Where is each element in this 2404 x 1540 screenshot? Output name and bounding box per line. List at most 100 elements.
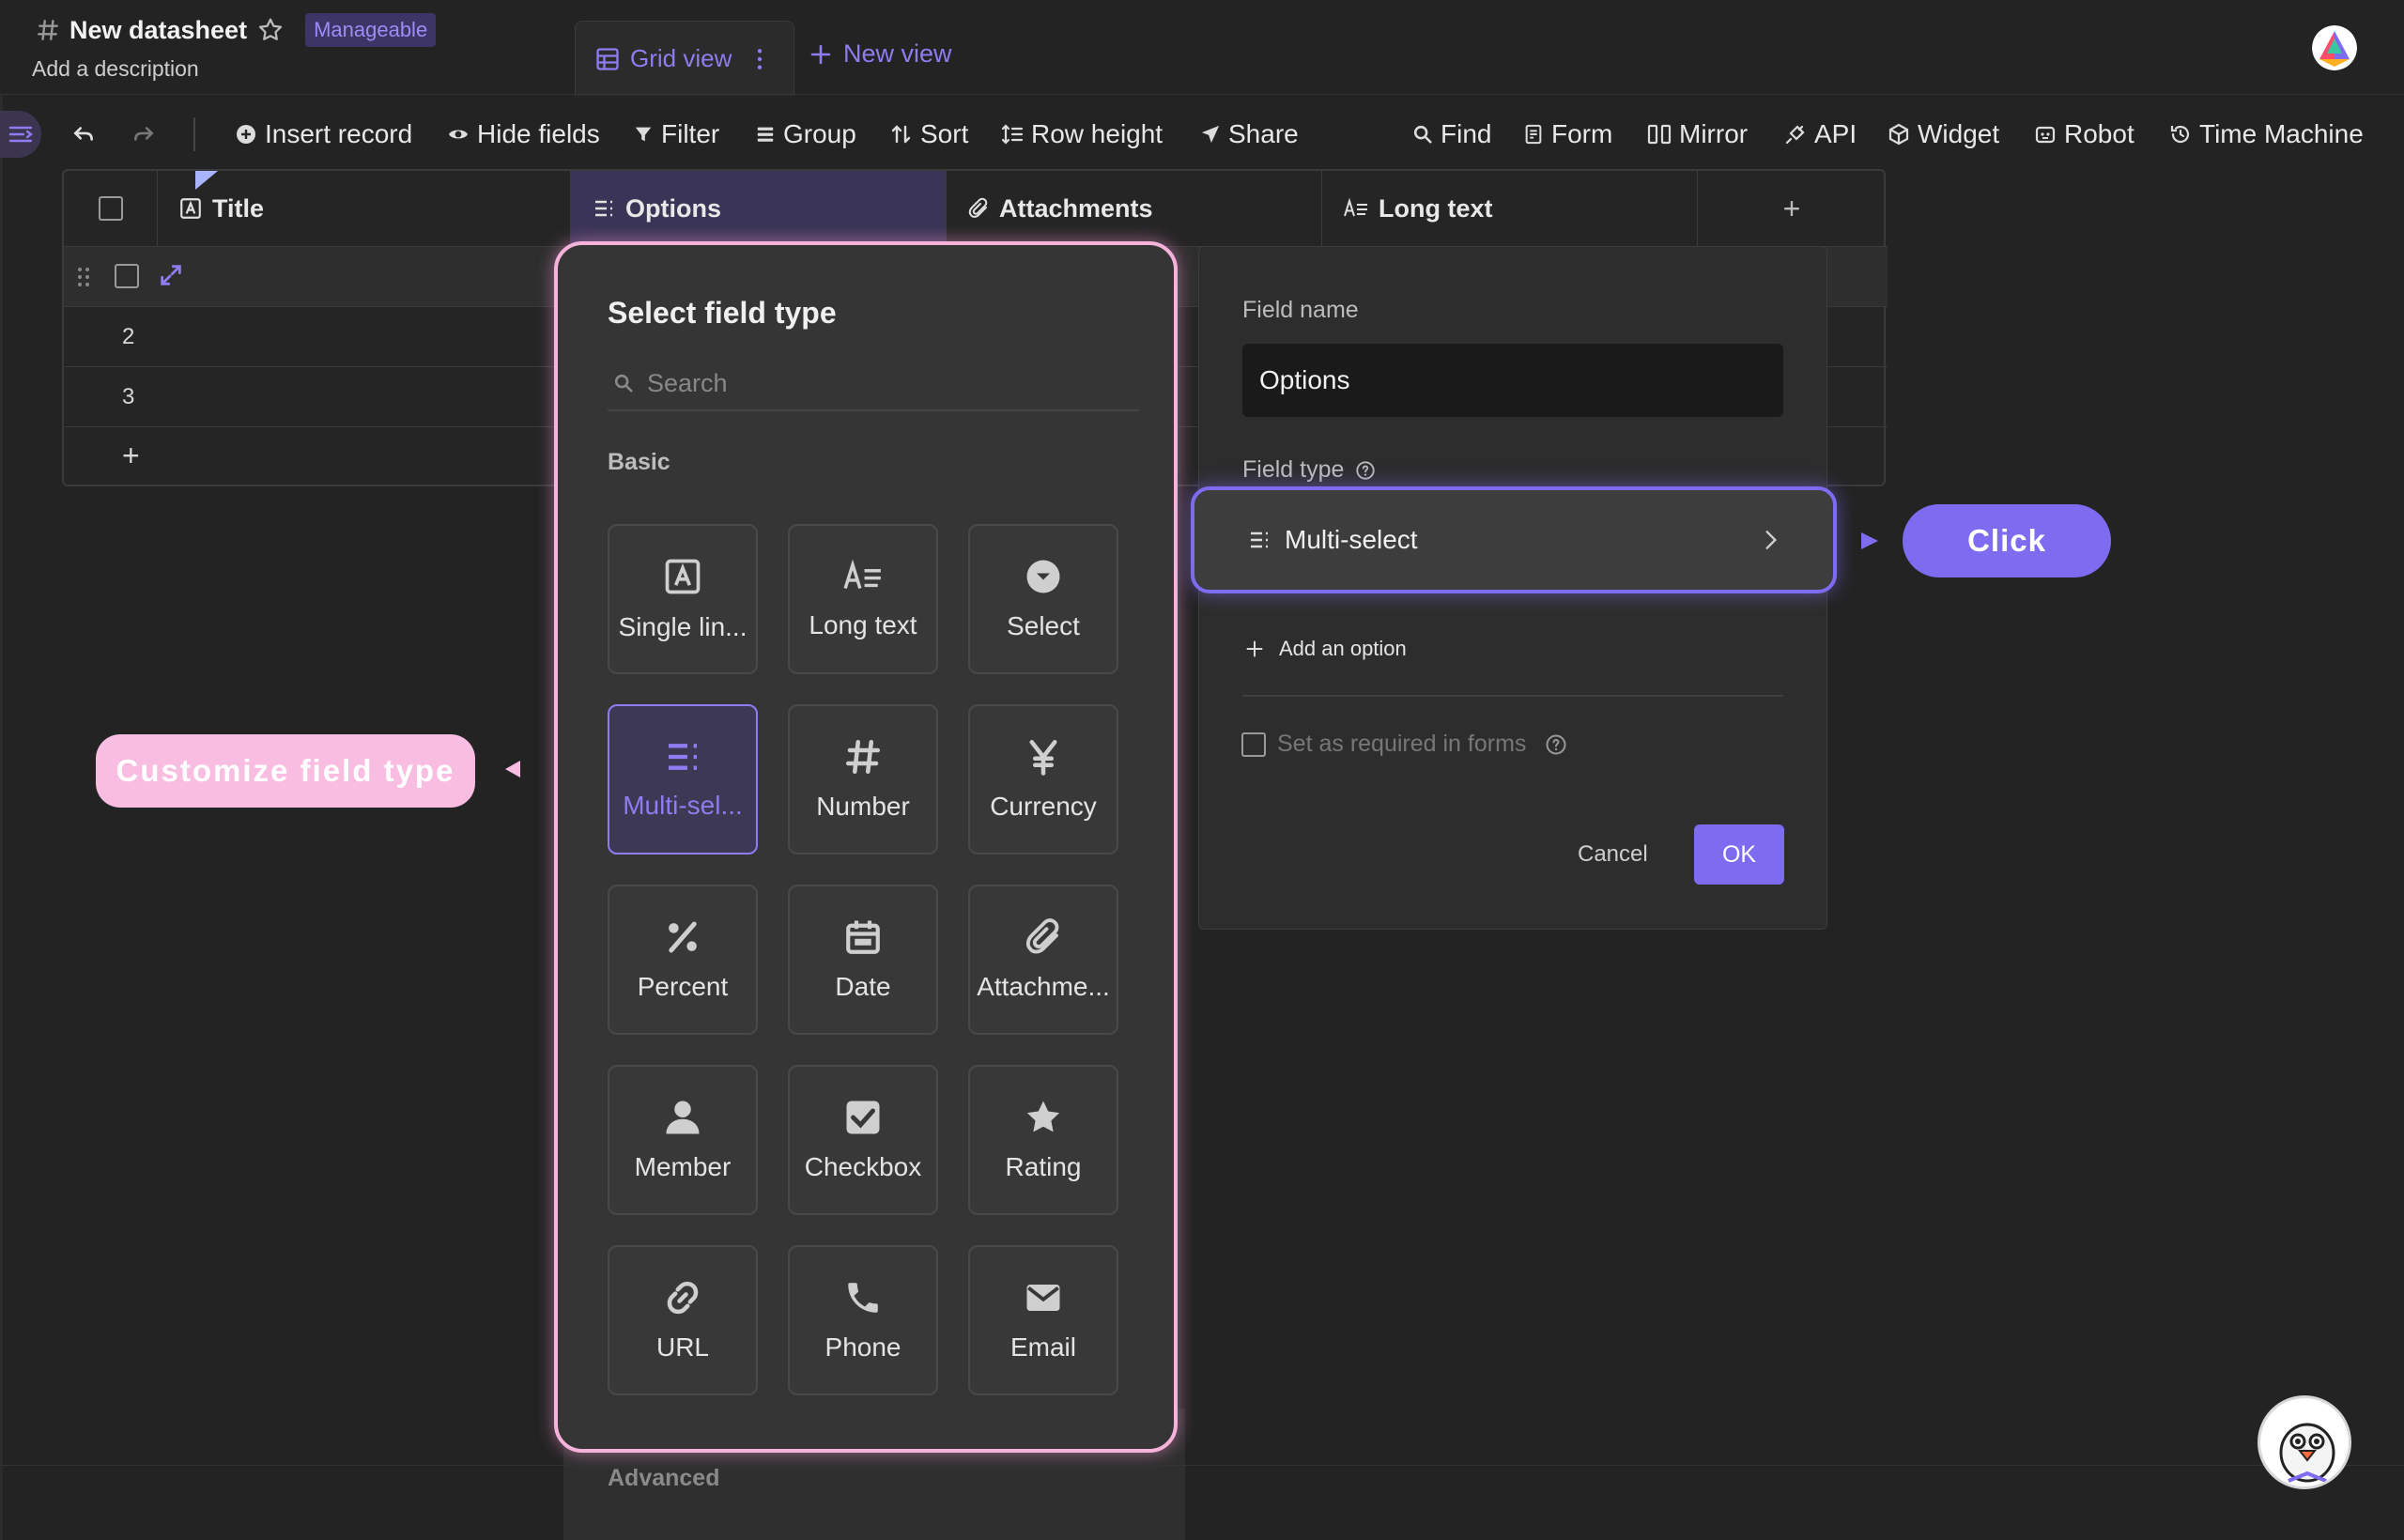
redo-button[interactable]	[130, 111, 158, 158]
multi-select-icon	[592, 197, 616, 220]
row-checkbox[interactable]	[115, 264, 139, 288]
select-all-cell[interactable]	[64, 171, 158, 246]
add-description[interactable]: Add a description	[32, 56, 199, 82]
help-icon[interactable]	[1355, 460, 1376, 481]
required-label: Set as required in forms	[1277, 731, 1527, 757]
single-line-text-icon	[662, 556, 703, 597]
customize-annotation: Customize field type	[96, 734, 475, 808]
field-type-label: Select	[1007, 611, 1080, 640]
field-type-selector[interactable]: Multi-select	[1191, 486, 1837, 593]
field-type-multi-select[interactable]: Multi-sel...	[608, 704, 758, 855]
star-icon[interactable]	[256, 16, 285, 44]
more-vertical-icon[interactable]	[756, 47, 763, 71]
expand-record-icon[interactable]	[158, 262, 184, 288]
long-text-icon	[842, 558, 884, 595]
undo-button[interactable]	[69, 111, 98, 158]
help-icon[interactable]	[1545, 733, 1567, 756]
picker-search-input[interactable]: Search	[608, 357, 1139, 411]
sort-button[interactable]: Sort	[890, 111, 968, 158]
form-icon	[1523, 123, 1544, 146]
header-divider	[0, 94, 2404, 95]
field-type-percent[interactable]: Percent	[608, 885, 758, 1035]
new-view-label: New view	[843, 39, 952, 68]
robot-label: Robot	[2064, 119, 2134, 148]
new-view-button[interactable]: New view	[809, 39, 952, 69]
time-machine-button[interactable]: Time Machine	[2169, 111, 2364, 158]
eye-icon	[447, 123, 470, 146]
robot-button[interactable]: Robot	[2034, 111, 2134, 158]
app-logo[interactable]	[2312, 25, 2357, 70]
row-number: 3	[122, 384, 135, 409]
filter-icon	[633, 123, 654, 146]
click-annotation: Click	[1903, 504, 2111, 578]
field-type-label: Currency	[990, 792, 1097, 821]
field-type-date[interactable]: Date	[788, 885, 938, 1035]
field-name-label: Field name	[1242, 297, 1359, 323]
field-type-label: Attachme...	[977, 972, 1110, 1001]
assistant-mascot-avatar[interactable]	[2258, 1395, 2351, 1489]
field-type-rating[interactable]: Rating	[968, 1065, 1118, 1215]
mirror-button[interactable]: Mirror	[1647, 111, 1748, 158]
field-type-long-text[interactable]: Long text	[788, 524, 938, 674]
add-option-button[interactable]: Add an option	[1245, 637, 1407, 661]
column-header-attachments[interactable]: Attachments	[947, 171, 1322, 246]
hide-fields-button[interactable]: Hide fields	[447, 111, 600, 158]
share-button[interactable]: Share	[1200, 111, 1299, 158]
field-type-label: URL	[655, 1332, 709, 1362]
find-button[interactable]: Find	[1412, 111, 1491, 158]
phone-icon	[843, 1278, 883, 1317]
widget-button[interactable]: Widget	[1888, 111, 1999, 158]
field-name-input[interactable]: Options	[1242, 344, 1783, 417]
row-number: 2	[122, 324, 135, 349]
ok-button[interactable]: OK	[1694, 824, 1784, 885]
insert-record-button[interactable]: Insert record	[235, 111, 412, 158]
redo-icon	[130, 122, 158, 146]
undo-icon	[69, 122, 98, 146]
filter-button[interactable]: Filter	[633, 111, 719, 158]
add-column-button[interactable]: +	[1698, 171, 1886, 246]
field-type-attachment[interactable]: Attachme...	[968, 885, 1118, 1035]
add-row-label: +	[122, 439, 140, 472]
field-type-email[interactable]: Email	[968, 1245, 1118, 1395]
field-type-label: Member	[634, 1152, 732, 1181]
field-type-url[interactable]: URL	[608, 1245, 758, 1395]
column-header-options-label: Options	[625, 193, 721, 223]
api-button[interactable]: API	[1784, 111, 1857, 158]
required-checkbox[interactable]	[1241, 732, 1266, 757]
field-type-member[interactable]: Member	[608, 1065, 758, 1215]
field-type-label: Single lin...	[618, 612, 747, 641]
plug-icon	[1784, 123, 1807, 146]
required-in-forms-option[interactable]: Set as required in forms	[1241, 731, 1567, 758]
field-type-currency[interactable]: Currency	[968, 704, 1118, 855]
multi-select-icon	[663, 738, 702, 776]
checkbox-icon	[843, 1098, 883, 1137]
field-type-select[interactable]: Select	[968, 524, 1118, 674]
email-icon	[1024, 1278, 1063, 1317]
cancel-button[interactable]: Cancel	[1578, 841, 1648, 868]
group-button[interactable]: Group	[755, 111, 856, 158]
group-icon	[755, 123, 776, 146]
group-label: Group	[783, 119, 856, 148]
field-type-label: Long text	[809, 610, 917, 639]
column-header-options[interactable]: Options	[571, 171, 947, 246]
column-header-title[interactable]: Title	[158, 171, 571, 246]
datasheet-title[interactable]: New datasheet	[69, 16, 247, 45]
row-height-button[interactable]: Row height	[1001, 111, 1163, 158]
url-icon	[663, 1278, 702, 1317]
editor-divider	[1242, 695, 1783, 697]
field-type-label: Checkbox	[804, 1152, 922, 1181]
field-type-label: Phone	[824, 1332, 902, 1362]
drag-handle-icon[interactable]	[77, 266, 90, 288]
form-button[interactable]: Form	[1523, 111, 1612, 158]
field-type-heading: Field type	[1242, 456, 1376, 484]
field-type-number[interactable]: Number	[788, 704, 938, 855]
column-header-long-text[interactable]: Long text	[1322, 171, 1698, 246]
attachment-icon	[967, 197, 990, 220]
tab-grid-view[interactable]: Grid view	[575, 21, 794, 96]
field-type-checkbox[interactable]: Checkbox	[788, 1065, 938, 1215]
toolbar-divider	[193, 111, 195, 158]
field-type-single-line-text[interactable]: Single lin...	[608, 524, 758, 674]
row-height-icon	[1001, 123, 1024, 146]
select-all-checkbox[interactable]	[98, 196, 123, 221]
field-type-phone[interactable]: Phone	[788, 1245, 938, 1395]
